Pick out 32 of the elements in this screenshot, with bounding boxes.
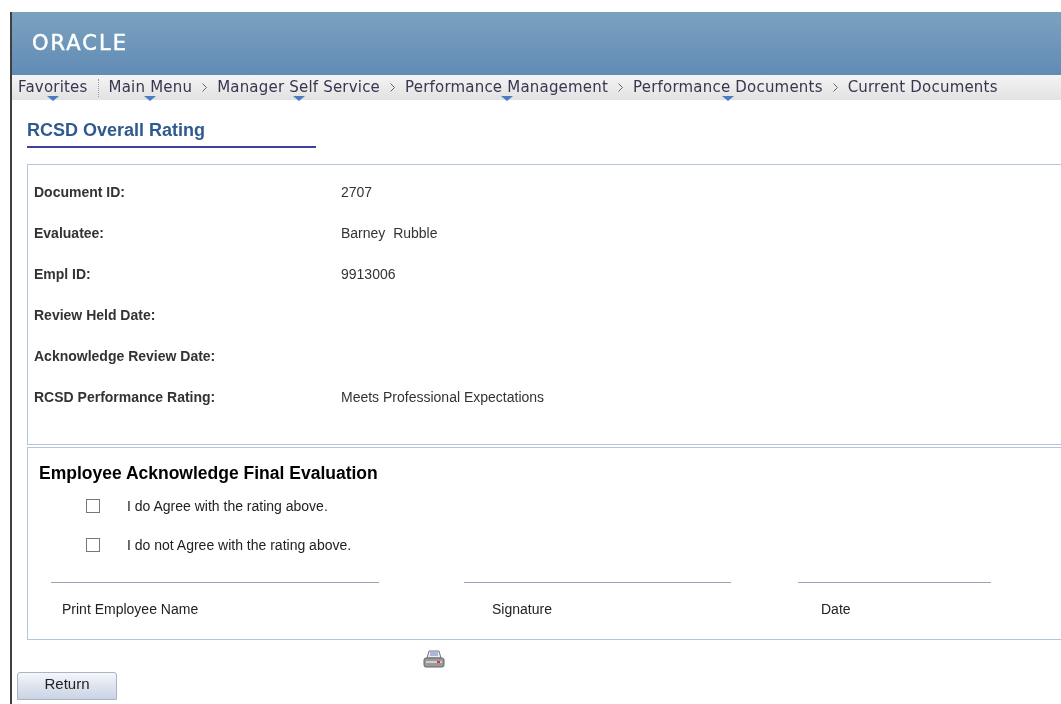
return-button[interactable]: Return <box>17 672 117 700</box>
page-title: RCSD Overall Rating <box>27 120 206 140</box>
field-label: Acknowledge Review Date: <box>34 346 217 366</box>
breadcrumb-link[interactable]: Performance Management <box>405 74 609 101</box>
chevron-icon <box>832 83 838 92</box>
breadcrumb-link[interactable]: Performance Documents <box>633 74 823 101</box>
field-value: Barney Rubble <box>341 223 438 243</box>
checkbox[interactable] <box>86 538 100 553</box>
breadcrumb-link[interactable]: Favorites <box>18 74 88 101</box>
chevron-icon <box>618 83 624 92</box>
chevron-icon <box>202 83 208 92</box>
checkbox[interactable] <box>86 499 100 514</box>
oracle-logo: ORACLE <box>32 29 128 57</box>
field-label: Empl ID: <box>34 264 92 284</box>
field-label: Document ID: <box>34 182 126 202</box>
field-label: RCSD Performance Rating: <box>34 387 217 407</box>
field-value: 9913006 <box>341 264 396 284</box>
section-title: Employee Acknowledge Final Evaluation <box>39 462 379 485</box>
field-value: 2707 <box>341 182 373 202</box>
breadcrumb-link[interactable]: Main Menu <box>108 74 193 101</box>
field-label: Evaluatee: <box>34 223 106 243</box>
field-label: Review Held Date: <box>34 305 157 325</box>
signature-label: Date <box>820 600 852 620</box>
checkbox-label: I do not Agree with the rating above. <box>127 535 352 555</box>
signature-label: Print Employee Name <box>61 600 200 620</box>
printer-icon[interactable] <box>423 650 445 670</box>
signature-label: Signature <box>491 600 553 620</box>
field-value: Meets Professional Expectations <box>341 387 545 407</box>
checkbox-label: I do Agree with the rating above. <box>127 496 328 516</box>
chevron-icon <box>390 83 396 92</box>
breadcrumb-link[interactable]: Current Documents <box>847 74 998 101</box>
breadcrumb-link[interactable]: Manager Self Service <box>217 74 381 101</box>
